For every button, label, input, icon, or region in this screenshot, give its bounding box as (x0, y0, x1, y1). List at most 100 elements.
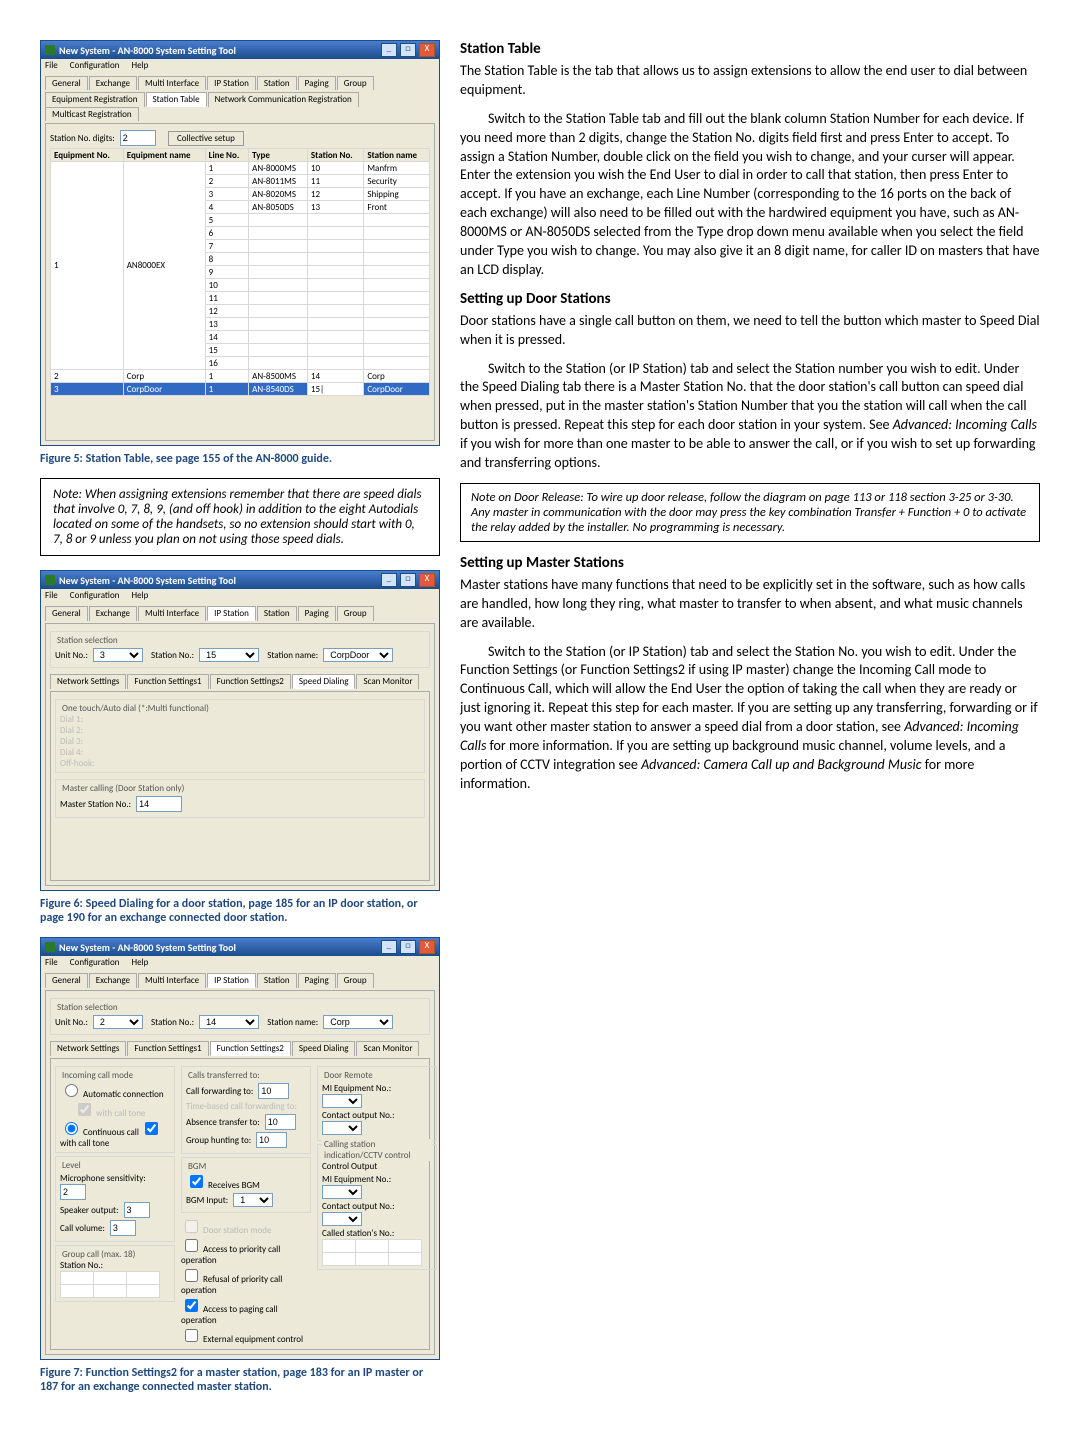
tab-multi-interface[interactable]: Multi Interface (138, 76, 206, 90)
subtab-speed-dial[interactable]: Speed Dialing (292, 1041, 356, 1056)
continuous-call-radio[interactable] (65, 1122, 78, 1135)
menu-help[interactable]: Help (131, 590, 148, 601)
bgm-input-select[interactable]: 1 (233, 1193, 273, 1207)
station-name-select[interactable]: CorpDoor (323, 648, 393, 662)
tab-ip-station[interactable]: IP Station (207, 76, 256, 90)
mi-equip-select[interactable] (322, 1094, 362, 1108)
tab-group[interactable]: Group (337, 76, 374, 90)
master-stations-intro: Master stations have many functions that… (460, 576, 1040, 633)
maximize-icon[interactable]: □ (400, 940, 416, 954)
subtab-func1[interactable]: Function Settings1 (127, 1041, 208, 1056)
window-station-table: New System - AN-8000 System Setting Tool… (40, 40, 440, 446)
subtab-func2[interactable]: Function Settings2 (210, 1041, 291, 1056)
master-station-no-input[interactable] (136, 796, 182, 812)
dial-row: Off-hook: (60, 758, 420, 769)
unit-no-select[interactable]: 3 (93, 648, 143, 662)
menu-file[interactable]: File (45, 590, 58, 601)
tab-general[interactable]: General (45, 76, 88, 90)
station-table-intro: The Station Table is the tab that allows… (460, 62, 1040, 100)
tab-paging[interactable]: Paging (298, 973, 336, 988)
tab-exchange[interactable]: Exchange (89, 606, 137, 621)
table-row-selected[interactable]: 3CorpDoor1AN-8540DS15|CorpDoor (51, 383, 430, 396)
subtab-func2[interactable]: Function Settings2 (210, 674, 291, 689)
menu-file[interactable]: File (45, 957, 58, 968)
tab-station[interactable]: Station (257, 606, 297, 621)
bgm-label: BGM (186, 1161, 208, 1172)
maximize-icon[interactable]: □ (400, 573, 416, 587)
refusal-priority-check[interactable] (185, 1269, 198, 1282)
tab-station[interactable]: Station (257, 76, 297, 90)
maximize-icon[interactable]: □ (400, 43, 416, 57)
minimize-icon[interactable]: _ (381, 43, 397, 57)
with-call-tone2-check[interactable] (145, 1122, 158, 1135)
subtab-station-table[interactable]: Station Table (146, 92, 207, 107)
window-title: New System - AN-8000 System Setting Tool (59, 574, 376, 587)
minimize-icon[interactable]: _ (381, 573, 397, 587)
station-no-select[interactable]: 14 (199, 1015, 259, 1029)
tab-exchange[interactable]: Exchange (89, 76, 137, 90)
menu-file[interactable]: File (45, 60, 58, 71)
tab-station[interactable]: Station (257, 973, 297, 988)
subtab-speed-dial[interactable]: Speed Dialing (292, 674, 356, 689)
subtab-multicast[interactable]: Multicast Registration (45, 107, 139, 121)
tab-ip-station[interactable]: IP Station (207, 606, 256, 621)
subtab-network[interactable]: Network Settings (50, 1041, 126, 1056)
station-name-select[interactable]: Corp (323, 1015, 393, 1029)
receives-bgm-check[interactable] (190, 1175, 203, 1188)
minimize-icon[interactable]: _ (381, 940, 397, 954)
tab-general[interactable]: General (45, 606, 88, 621)
close-icon[interactable]: X (419, 43, 435, 57)
menu-configuration[interactable]: Configuration (70, 60, 120, 71)
access-paging-check[interactable] (185, 1299, 198, 1312)
close-icon[interactable]: X (419, 573, 435, 587)
table-row[interactable]: 1 AN8000EX 1AN-8000MS10Manfrm (51, 162, 430, 175)
tab-exchange[interactable]: Exchange (89, 973, 137, 988)
subtab-network[interactable]: Network Settings (50, 674, 126, 689)
subtab-network-comm[interactable]: Network Communication Registration (208, 92, 359, 107)
station-digits-input[interactable] (120, 130, 156, 146)
group-hunt-input[interactable] (256, 1132, 287, 1148)
speaker-input[interactable] (124, 1202, 150, 1218)
dial-row: Dial 4: (60, 747, 420, 758)
tab-ip-station[interactable]: IP Station (207, 973, 256, 988)
auto-connection-radio[interactable] (65, 1084, 78, 1097)
menu-configuration[interactable]: Configuration (70, 957, 120, 968)
subtab-func1[interactable]: Function Settings1 (127, 674, 208, 689)
volume-input[interactable] (110, 1220, 136, 1236)
onetouch-label: One touch/Auto dial (*:Multi functional) (60, 703, 211, 714)
station-no-label: Station No.: (151, 650, 194, 661)
collective-setup-button[interactable]: Collective setup (168, 131, 244, 146)
subtab-scan[interactable]: Scan Monitor (356, 1041, 419, 1056)
station-name-label: Station name: (267, 1017, 318, 1028)
col-equipment-name: Equipment name (123, 149, 205, 162)
window-speed-dialing: New System - AN-8000 System Setting Tool… (40, 570, 440, 891)
station-digits-label: Station No. digits: (50, 133, 115, 144)
tab-multi-interface[interactable]: Multi Interface (138, 973, 206, 988)
tab-general[interactable]: General (45, 973, 88, 988)
tab-multi-interface[interactable]: Multi Interface (138, 606, 206, 621)
mi-equip-select-2[interactable] (322, 1185, 362, 1199)
mic-input[interactable] (60, 1184, 86, 1200)
tab-paging[interactable]: Paging (298, 606, 336, 621)
call-fwd-input[interactable] (258, 1083, 289, 1099)
close-icon[interactable]: X (419, 940, 435, 954)
unit-no-select[interactable]: 2 (93, 1015, 143, 1029)
tab-group[interactable]: Group (337, 973, 374, 988)
door-station-mode-check (185, 1220, 198, 1233)
window-title: New System - AN-8000 System Setting Tool (59, 941, 376, 954)
contact-out-select[interactable] (322, 1121, 362, 1135)
subtab-equipment-reg[interactable]: Equipment Registration (45, 92, 145, 107)
tab-group[interactable]: Group (337, 606, 374, 621)
app-icon (45, 942, 55, 952)
tab-paging[interactable]: Paging (298, 76, 336, 90)
menu-help[interactable]: Help (131, 957, 148, 968)
access-priority-check[interactable] (185, 1239, 198, 1252)
menu-help[interactable]: Help (131, 60, 148, 71)
external-ctrl-check[interactable] (185, 1329, 198, 1342)
menu-configuration[interactable]: Configuration (70, 590, 120, 601)
contact-out-select-2[interactable] (322, 1212, 362, 1226)
subtab-scan[interactable]: Scan Monitor (356, 674, 419, 689)
station-no-select[interactable]: 15 (199, 648, 259, 662)
table-row[interactable]: 2Corp1AN-8500MS14Corp (51, 370, 430, 383)
absence-input[interactable] (265, 1114, 296, 1130)
